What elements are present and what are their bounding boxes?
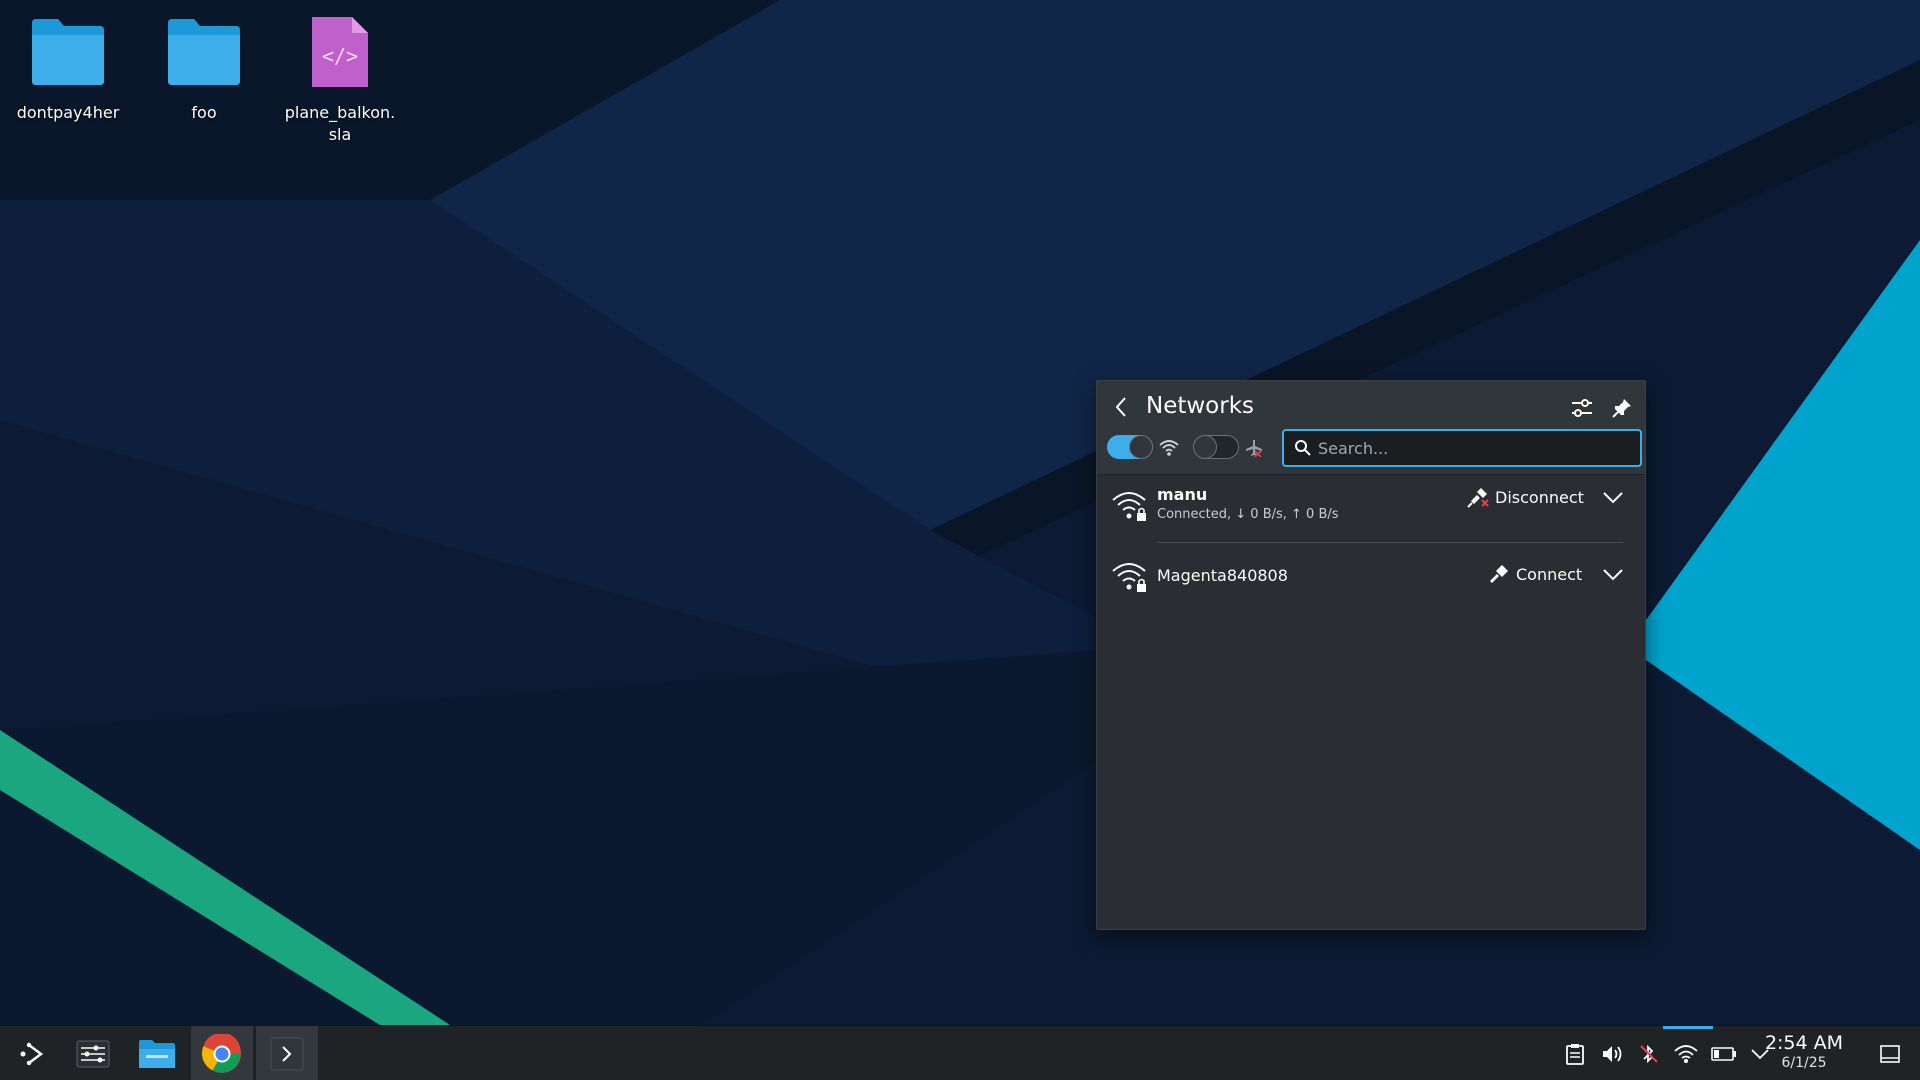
- application-launcher-icon: [20, 1042, 44, 1065]
- search-icon: [1295, 440, 1311, 456]
- folder-icon: [164, 12, 244, 92]
- battery-tray-button[interactable]: [1710, 1040, 1738, 1068]
- tray-active-indicator: [1663, 1026, 1713, 1029]
- disconnect-button[interactable]: Disconnect: [1467, 482, 1584, 512]
- bluetooth-disabled-icon: [1640, 1044, 1658, 1064]
- volume-tray-button[interactable]: [1598, 1040, 1626, 1068]
- application-launcher-button[interactable]: [1, 1026, 63, 1080]
- taskbar-terminal[interactable]: [256, 1026, 318, 1080]
- clipboard-icon: [1566, 1044, 1584, 1065]
- chrome-icon: [202, 1033, 241, 1073]
- digital-clock[interactable]: 2:54 AM 6/1/25: [1744, 1032, 1864, 1072]
- network-tray-button[interactable]: [1672, 1040, 1700, 1068]
- desktop-icon-label: plane_balkon. sla: [284, 103, 396, 144]
- airplane-mode-toggle[interactable]: [1193, 435, 1239, 459]
- show-desktop-button[interactable]: [1876, 1040, 1904, 1068]
- volume-icon: [1603, 1046, 1622, 1062]
- clock-time: 2:54 AM: [1764, 1032, 1844, 1054]
- expand-details-button[interactable]: [1599, 483, 1627, 511]
- sliders-icon: [1572, 399, 1592, 417]
- taskbar-system-settings[interactable]: [62, 1026, 124, 1080]
- wifi-icon: [1674, 1045, 1698, 1063]
- airplane-mode-icon: [1243, 437, 1265, 459]
- connect-button[interactable]: Connect: [1488, 559, 1582, 589]
- desktop-icon-foo[interactable]: foo: [144, 12, 264, 124]
- desktop-icon-plane-balkon[interactable]: </> plane_balkon. sla: [280, 12, 400, 146]
- clock-date: 6/1/25: [1781, 1055, 1827, 1071]
- wifi-secured-icon: [1112, 563, 1146, 592]
- desktop-icon-label: dontpay4her: [16, 103, 120, 122]
- clipboard-tray-button[interactable]: [1561, 1040, 1589, 1068]
- search-input[interactable]: [1318, 436, 1628, 460]
- svg-text:</>: </>: [322, 44, 358, 68]
- show-desktop-icon: [1880, 1045, 1900, 1063]
- network-item-magenta840808[interactable]: Magenta840808 Connect: [1097, 553, 1645, 621]
- desktop-icon-label: foo: [191, 103, 217, 122]
- network-ssid: Magenta840808: [1157, 566, 1288, 585]
- chevron-down-icon: [1603, 492, 1623, 504]
- bluetooth-tray-button[interactable]: [1635, 1040, 1663, 1068]
- network-ssid: manu: [1157, 485, 1208, 504]
- back-button[interactable]: [1105, 391, 1137, 423]
- battery-icon: [1711, 1047, 1736, 1061]
- desktop-icon-dontpay4her[interactable]: dontpay4her: [8, 12, 128, 124]
- chevron-left-icon: [1115, 397, 1126, 417]
- pin-button[interactable]: [1607, 393, 1637, 423]
- network-item-manu[interactable]: manu Connected, ↓ 0 B/s, ↑ 0 B/s Disconn…: [1097, 481, 1645, 549]
- disconnect-label: Disconnect: [1495, 487, 1584, 507]
- expand-details-button[interactable]: [1599, 560, 1627, 588]
- system-settings-icon: [76, 1040, 110, 1067]
- folder-icon: [28, 12, 108, 92]
- networks-popup-header: Networks: [1097, 381, 1645, 475]
- wifi-icon: [1158, 437, 1180, 459]
- search-field[interactable]: [1282, 429, 1642, 467]
- configure-network-button[interactable]: [1567, 393, 1597, 423]
- list-divider: [1157, 542, 1623, 543]
- connect-label: Connect: [1516, 564, 1583, 584]
- code-file-icon: </>: [300, 12, 380, 92]
- terminal-icon: [270, 1037, 304, 1070]
- pin-icon: [1612, 399, 1631, 418]
- networks-popup: Networks Search... manu Connected, ↓ 0 B…: [1096, 380, 1646, 930]
- taskbar-file-manager[interactable]: [126, 1026, 188, 1080]
- taskbar-chrome[interactable]: [191, 1026, 253, 1080]
- chevron-down-icon: [1603, 569, 1623, 581]
- wifi-toggle[interactable]: [1107, 435, 1153, 459]
- wifi-secured-icon: [1112, 492, 1146, 521]
- disconnect-plug-icon: [1467, 488, 1489, 508]
- taskbar: 2:54 AM 6/1/25: [0, 1025, 1920, 1080]
- network-status: Connected, ↓ 0 B/s, ↑ 0 B/s: [1157, 507, 1339, 522]
- connect-plug-icon: [1490, 565, 1508, 583]
- file-manager-icon: [139, 1039, 175, 1068]
- popup-title: Networks: [1146, 393, 1255, 419]
